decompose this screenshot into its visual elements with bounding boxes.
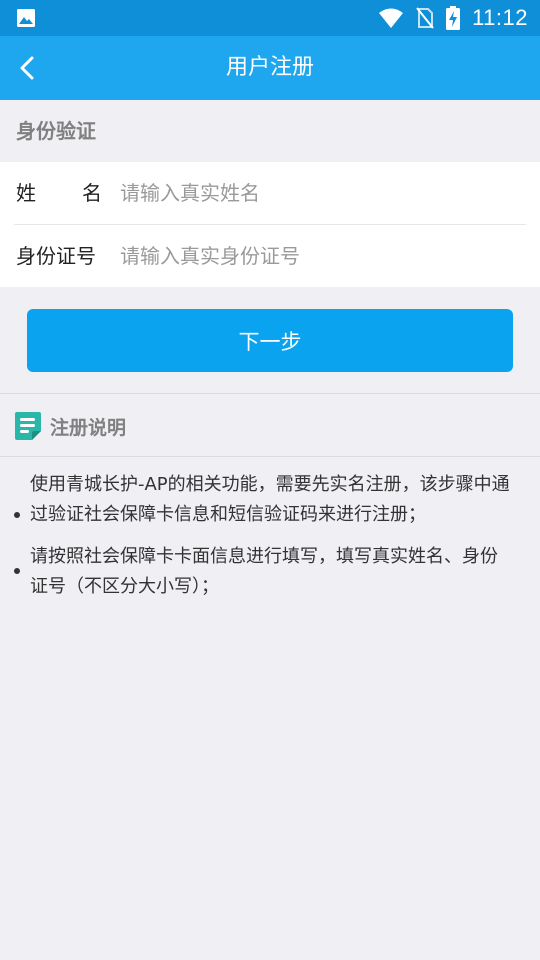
app-bar: 用户注册: [0, 36, 540, 100]
id-number-row: 身份证号: [0, 225, 540, 287]
id-number-input[interactable]: [120, 235, 520, 277]
identity-form: 姓 名 身份证号: [0, 162, 540, 287]
divider: [0, 456, 540, 457]
divider: [0, 393, 540, 394]
name-label: 姓 名: [16, 162, 102, 224]
status-bar: 11:12: [0, 0, 540, 36]
page-title: 用户注册: [225, 55, 314, 80]
chevron-left-icon[interactable]: [14, 54, 42, 82]
notes-title: 注册说明: [50, 416, 127, 439]
document-icon: [15, 412, 41, 440]
note-text: 请按照社会保障卡卡面信息进行填写，填写真实姓名、身份证号（不区分大小写）；: [30, 546, 498, 597]
note-item: 使用青城长护-AP的相关功能，需要先实名注册，该步骤中通过验证社会保障卡信息和短…: [12, 470, 512, 530]
next-step-button[interactable]: 下一步: [27, 309, 513, 372]
name-input[interactable]: [120, 172, 520, 214]
status-time: 11:12: [472, 5, 528, 30]
bullet-icon: [14, 568, 20, 574]
bullet-icon: [14, 512, 20, 518]
name-row: 姓 名: [0, 162, 540, 225]
name-label-char-2: 名: [82, 181, 102, 205]
battery-charging-icon: [446, 6, 461, 30]
no-sim-icon: [416, 7, 434, 29]
identity-section-label: 身份验证: [16, 119, 96, 143]
name-label-char-1: 姓: [16, 181, 36, 205]
notes-header: 注册说明: [14, 410, 126, 442]
notes-list: 使用青城长护-AP的相关功能，需要先实名注册，该步骤中通过验证社会保障卡信息和短…: [12, 470, 512, 614]
note-item: 请按照社会保障卡卡面信息进行填写，填写真实姓名、身份证号（不区分大小写）；: [12, 542, 512, 602]
note-text: 使用青城长护-AP的相关功能，需要先实名注册，该步骤中通过验证社会保障卡信息和短…: [30, 474, 510, 525]
gallery-icon: [17, 9, 35, 27]
wifi-icon: [379, 8, 404, 28]
id-number-label: 身份证号: [16, 244, 96, 268]
